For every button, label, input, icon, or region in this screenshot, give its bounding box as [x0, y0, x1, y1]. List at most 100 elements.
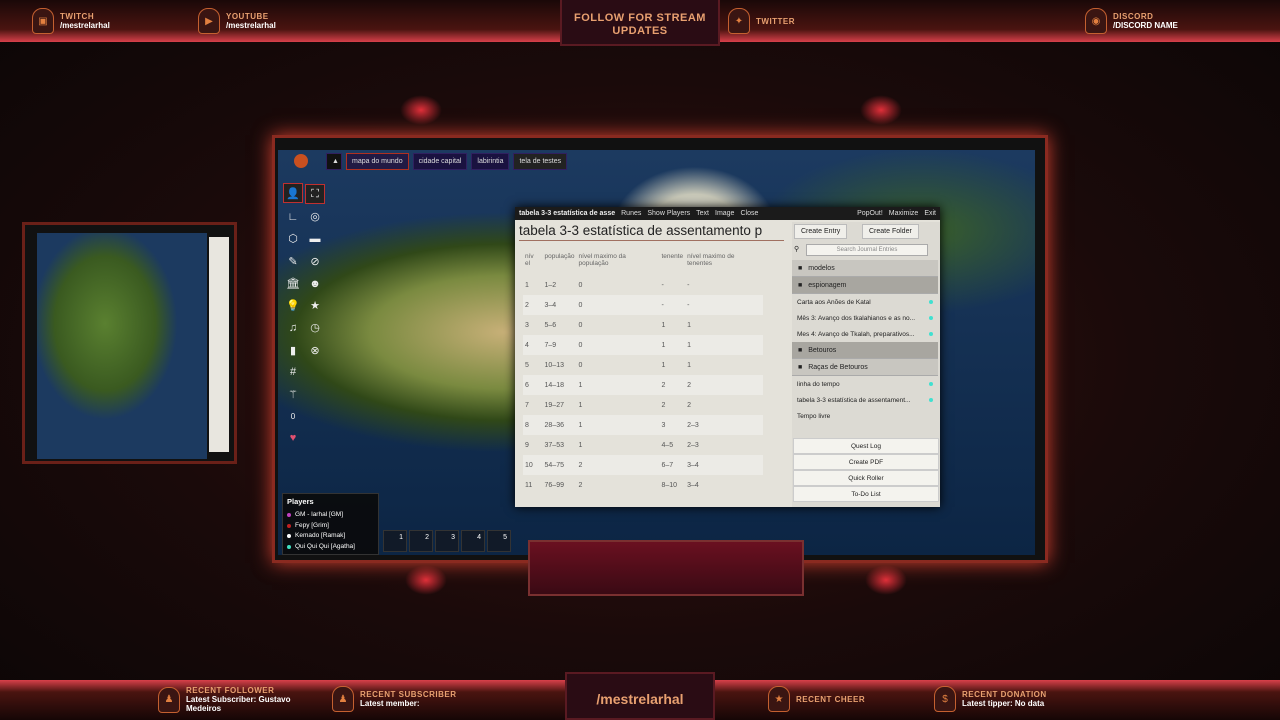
macro-slot[interactable]: 3: [435, 530, 459, 552]
popout-button[interactable]: PopOut!: [857, 210, 883, 217]
grid-icon[interactable]: #: [283, 362, 303, 382]
table-cell: 0: [578, 361, 583, 369]
folder-icon: ■: [798, 281, 803, 289]
table-cell: 1: [687, 361, 692, 369]
heart-icon[interactable]: ♥: [283, 428, 303, 448]
table-cell: 2–3: [685, 415, 763, 435]
journal-folder[interactable]: ■ espionagem: [792, 277, 938, 294]
channel-name: /mestrelarhal: [565, 672, 715, 720]
image-button[interactable]: Image: [715, 210, 734, 217]
journal-folder[interactable]: ■ Raças de Betouros: [792, 359, 938, 376]
table-cell: 2–3: [687, 441, 699, 449]
alert-icon: ♟: [332, 686, 354, 712]
macro-hotbar: 12345: [383, 530, 511, 552]
ownership-icon: [929, 382, 933, 386]
column-header: nível maximo de tenentes: [687, 253, 735, 267]
quick-roller-button[interactable]: Quick Roller: [793, 470, 939, 486]
journal-entry[interactable]: tabela 3-3 estatística de assentament...: [792, 392, 938, 408]
webcam-sidebar: [209, 237, 229, 452]
table-row: 7 19–27 1 2 2: [523, 395, 763, 415]
measure-icon[interactable]: ▬: [305, 229, 325, 249]
collapse-nav-button[interactable]: ▲: [326, 152, 342, 170]
create-folder-button[interactable]: Create Folder: [862, 224, 919, 239]
column-header: população: [544, 253, 575, 260]
ruler-icon[interactable]: ∟: [283, 207, 303, 227]
maximize-button[interactable]: Maximize: [889, 210, 919, 217]
light-icon[interactable]: 💡: [283, 296, 303, 316]
player-item: Kemado [Ramak]: [287, 531, 374, 542]
alert-label: RECENT DONATION: [962, 690, 1047, 699]
journal-entry[interactable]: Mes 4: Avanço de Tkalah, preparativos...: [792, 326, 938, 342]
column-header: tenente: [661, 253, 684, 260]
folder-icon: ■: [798, 363, 803, 371]
table-cell: -: [687, 281, 690, 289]
journal-header: tabela 3-3 estatística de asse Runes Sho…: [515, 207, 940, 220]
youtube-social: ▶ YOUTUBE/mestrelarhal: [198, 8, 276, 34]
scene-controls: 👤 ⛶ ∟ ◎ ⬡ ▬ ✎ ⊘ 🏛 ☻ 💡 ★ ♫ ◷ ▮ ⊗ # ⚚ 0 ♥: [282, 182, 328, 449]
table-cell: 5–6: [544, 321, 557, 329]
journal-window-title: tabela 3-3 estatística de asse: [519, 210, 616, 217]
macro-slot[interactable]: 1: [383, 530, 407, 552]
create-pdf-button[interactable]: Create PDF: [793, 454, 939, 470]
mask-icon[interactable]: ☻: [305, 274, 325, 294]
building-icon[interactable]: 🏛: [283, 273, 303, 293]
journal-entry[interactable]: Mês 3: Avanço dos tkalahianos e as no...: [792, 310, 938, 326]
create-entry-button[interactable]: Create Entry: [794, 224, 848, 239]
bookmark-icon[interactable]: ▮: [283, 340, 303, 360]
exit-button[interactable]: Exit: [924, 210, 936, 217]
magic-wand-icon[interactable]: ⚚: [283, 384, 303, 404]
shapes-icon[interactable]: ⬡: [283, 229, 303, 249]
table-cell: 10–13: [544, 361, 564, 369]
close-button[interactable]: Close: [740, 210, 758, 217]
target-icon[interactable]: ◎: [305, 206, 325, 226]
social-label: DISCORD: [1113, 12, 1154, 21]
recent-donation: $ RECENT DONATION Latest tipper: No data: [934, 686, 1047, 712]
social-label: TWITCH: [60, 12, 95, 21]
close-circle-icon[interactable]: ⊗: [305, 340, 325, 360]
alert-icon: $: [934, 686, 956, 712]
macro-slot[interactable]: 2: [409, 530, 433, 552]
macro-slot[interactable]: 5: [487, 530, 511, 552]
entry-name: Tempo livre: [797, 412, 831, 420]
eye-slash-icon[interactable]: ⊘: [305, 251, 325, 271]
entry-name: Carta aos Anões de Katal: [797, 298, 871, 306]
player-item: GM - larhal [GM]: [287, 510, 374, 521]
scene-tab[interactable]: mapa do mundo: [346, 152, 409, 170]
table-cell: 0: [578, 281, 583, 289]
players-title[interactable]: Players: [287, 497, 374, 506]
journal-title-input[interactable]: tabela 3-3 estatística de assentamento p: [519, 223, 784, 241]
scene-tab[interactable]: cidade capital: [412, 152, 468, 170]
table-cell: 1: [659, 335, 686, 355]
table-cell: 2: [523, 295, 543, 315]
search-input[interactable]: Search Journal Entries: [806, 244, 928, 256]
journal-directory: ■ modelos ■ espionagem Carta aos Anões de Ka…: [792, 260, 938, 424]
show-players-button[interactable]: Show Players: [647, 210, 690, 217]
runes-button[interactable]: Runes: [621, 210, 641, 217]
journal-entry[interactable]: Tempo livre: [792, 408, 938, 424]
token-icon[interactable]: 👤: [283, 183, 303, 203]
macro-slot[interactable]: 4: [461, 530, 485, 552]
quest-log-button[interactable]: Quest Log: [793, 438, 939, 454]
table-cell: 2: [578, 481, 583, 489]
journal-folder[interactable]: ■ Betouros: [792, 342, 938, 359]
lava-decoration: [860, 95, 902, 125]
select-icon[interactable]: ⛶: [305, 184, 325, 204]
clock-icon[interactable]: ◷: [305, 318, 325, 338]
entry-name: Mes 4: Avanço de Tkalah, preparativos...: [797, 330, 915, 338]
draw-icon[interactable]: ✎: [283, 251, 303, 271]
journal-folder[interactable]: ■ modelos: [792, 260, 938, 277]
scene-tab[interactable]: tela de testes: [513, 152, 568, 170]
folder-name: modelos: [808, 264, 835, 272]
star-icon[interactable]: ★: [305, 296, 325, 316]
alert-label: RECENT FOLLOWER: [186, 686, 275, 695]
table-cell: 3–4: [687, 481, 699, 489]
social-value: /mestrelarhal: [60, 21, 110, 30]
foundry-logo[interactable]: [294, 154, 308, 168]
music-icon[interactable]: ♫: [283, 318, 303, 338]
todo-list-button[interactable]: To-Do List: [793, 486, 939, 502]
journal-entry[interactable]: linha do tempo: [792, 376, 938, 392]
player-name: GM - larhal [GM]: [295, 511, 344, 518]
text-button[interactable]: Text: [696, 210, 709, 217]
journal-entry[interactable]: Carta aos Anões de Katal: [792, 294, 938, 310]
scene-tab[interactable]: labirintia: [471, 152, 510, 170]
